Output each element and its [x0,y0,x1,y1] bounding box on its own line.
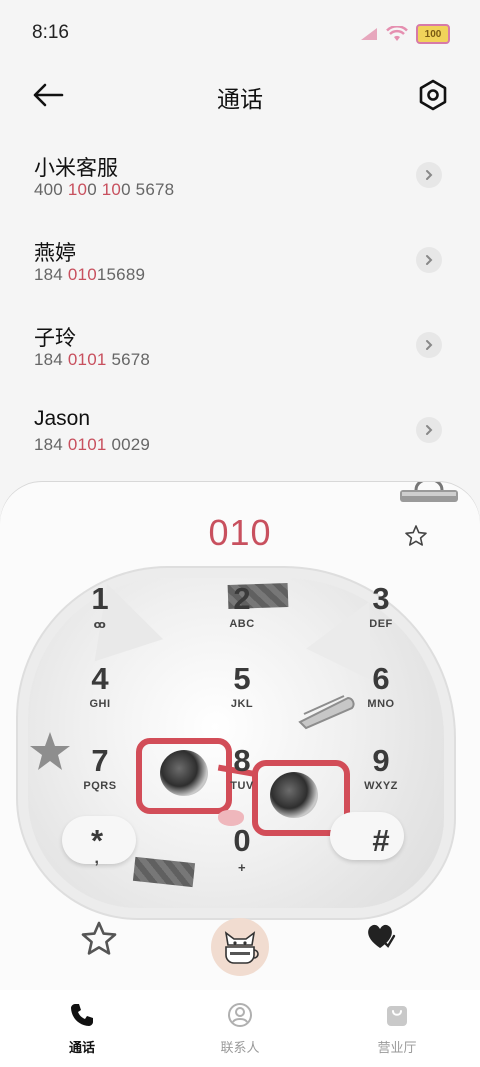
status-bar: 8:16 100 [0,0,480,66]
contact-name: Jason [34,407,91,430]
contact-number: 184 01015689 [34,265,146,284]
wifi-icon [386,26,408,41]
contact-detail-button[interactable] [416,332,442,358]
key-8[interactable]: 8 TUV [187,744,297,814]
dialer-panel: 010 1 ꝏ 2 ABC 3 DEF 4 GHI 5 JKL 6 MNO 7 … [0,482,480,990]
shopping-bag-icon [387,1006,407,1026]
battery-icon: 100 [416,24,450,44]
contact-row[interactable]: 小米客服 400 100 100 5678 [0,134,480,219]
contact-name: 燕婷 [34,242,76,265]
page-title: 通话 [217,86,263,112]
nav-label-calls: 通话 [68,1040,95,1055]
key-1[interactable]: 1 ꝏ [45,582,155,652]
cat-cup-icon [224,931,259,964]
nav-item-store[interactable]: 营业厅 [347,1002,447,1056]
contacts-icon [228,1003,252,1027]
key-9[interactable]: 9 WXYZ [326,744,436,814]
contact-name: 小米客服 [34,157,118,180]
chevron-right-icon [426,170,433,180]
chevron-right-icon [426,340,433,350]
star-outline-icon [405,525,427,546]
dialer-actions [0,906,480,976]
contact-detail-button[interactable] [416,247,442,273]
contact-row[interactable]: 燕婷 184 01015689 [0,219,480,304]
settings-icon[interactable] [416,78,450,112]
nav-label-store: 营业厅 [377,1040,417,1055]
nav-item-contacts[interactable]: 联系人 [190,1002,290,1056]
key-star[interactable]: * , [42,824,152,894]
phone-icon [71,1004,93,1026]
signal-icon [361,28,377,40]
nav-label-contacts: 联系人 [220,1040,260,1055]
key-7[interactable]: 7 PQRS [45,744,155,814]
key-6[interactable]: 6 MNO [326,662,436,732]
contact-name: 子玲 [34,327,76,350]
heart-doodle-icon[interactable] [364,920,396,952]
keypad: 1 ꝏ 2 ABC 3 DEF 4 GHI 5 JKL 6 MNO 7 PQRS… [0,578,480,908]
key-4[interactable]: 4 GHI [45,662,155,732]
key-hash[interactable]: # [326,824,436,894]
status-time: 8:16 [32,22,69,43]
contact-row[interactable]: Jason 184 0101 0029 [0,389,480,474]
contact-number: 184 0101 5678 [34,350,151,369]
contact-row[interactable]: 子玲 184 0101 5678 [0,304,480,389]
key-5[interactable]: 5 JKL [187,662,297,732]
contact-number: 184 0101 0029 [34,435,151,454]
nav-item-calls[interactable]: 通话 [32,1002,132,1056]
key-3[interactable]: 3 DEF [326,582,436,652]
call-button[interactable] [211,918,269,976]
chevron-right-icon [426,425,433,435]
app-bar: 通话 [0,66,480,124]
voicemail-icon: ꝏ [93,619,107,631]
contact-detail-button[interactable] [416,417,442,443]
contact-suggestion-list: 小米客服 400 100 100 5678 燕婷 184 01015689 子玲… [0,134,480,474]
key-0[interactable]: 0 + [187,824,297,894]
contact-detail-button[interactable] [416,162,442,188]
status-icons: 100 [360,24,450,44]
chevron-right-icon [426,255,433,265]
key-2[interactable]: 2 ABC [187,582,297,652]
favorite-star-icon[interactable] [80,920,118,958]
binder-clip-icon [400,482,458,502]
contact-number: 400 100 100 5678 [34,180,175,199]
bottom-navigation: 通话 联系人 营业厅 [0,990,480,1067]
